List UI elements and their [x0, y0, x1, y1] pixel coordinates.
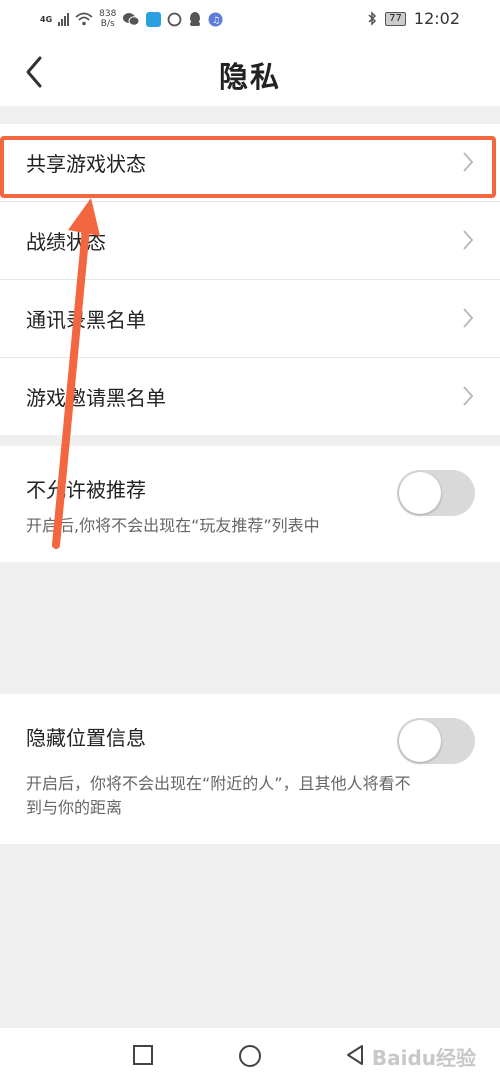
home-icon[interactable] — [238, 1044, 262, 1068]
watermark-logo: Baidu经验 — [371, 1046, 476, 1070]
system-nav-bar: Baidu经验 — [0, 1028, 500, 1084]
annotation-arrow — [52, 198, 100, 549]
system-back-icon[interactable] — [344, 1044, 366, 1066]
recent-apps-icon[interactable] — [132, 1044, 154, 1066]
